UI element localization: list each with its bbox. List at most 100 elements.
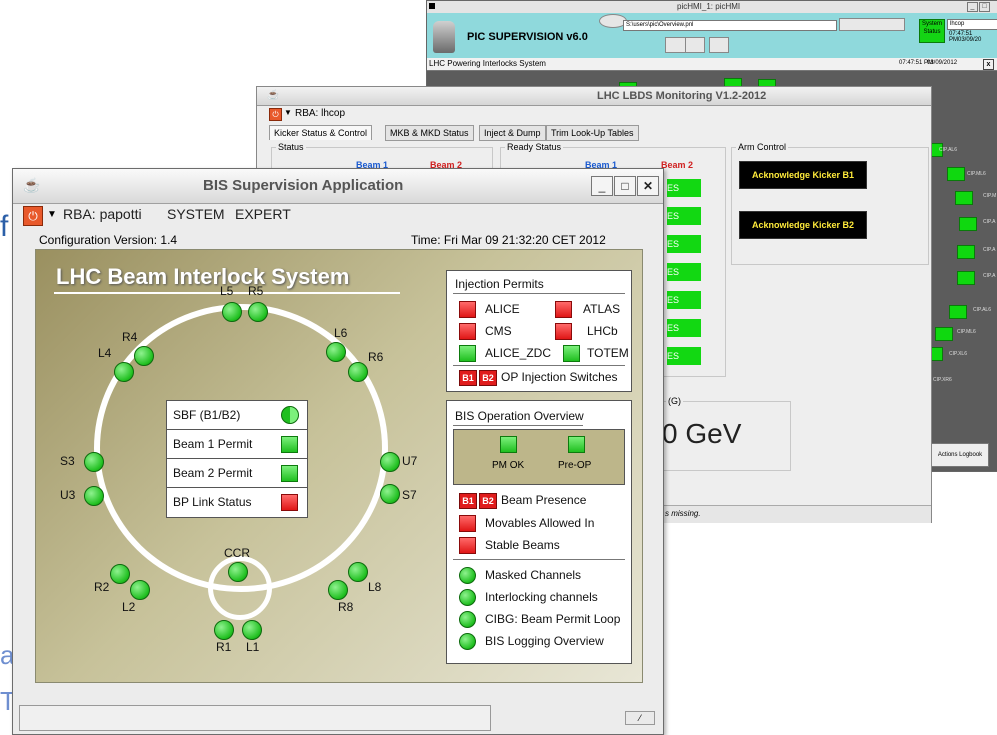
bis-logging-indicator[interactable] [459,633,476,650]
bis-logging-label[interactable]: BIS Logging Overview [485,634,604,648]
sbf-indicator-icon [281,406,299,424]
node-l8[interactable] [348,562,368,582]
permit-label-beam1: Beam 1 Permit [173,437,253,451]
lhcb-label: LHCb [587,324,618,338]
java-icon: ☕ [23,177,41,193]
node-s7[interactable] [380,484,400,504]
tab-trim-lookup[interactable]: Trim Look-Up Tables [546,125,639,141]
tab-kicker-status[interactable]: Kicker Status & Control [269,125,373,140]
label-l2: L2 [122,600,136,614]
node-r1[interactable] [214,620,234,640]
bis-supervision-window: ☕ BIS Supervision Application _ □ ✕ ⏻ ▼ … [12,168,664,735]
node-s3[interactable] [84,452,104,472]
node-l1[interactable] [242,620,262,640]
rba-dropdown-icon[interactable]: ▼ [47,209,57,220]
java-icon: ☕ [267,90,280,101]
menu-system[interactable]: SYSTEM [167,206,225,222]
pic-actions-logbook-button[interactable]: Actions Logbook [931,443,989,467]
node-u7[interactable] [380,452,400,472]
interlocking-channels-label[interactable]: Interlocking channels [485,590,598,604]
pic-green-button[interactable] [949,305,967,319]
node-r4[interactable] [134,346,154,366]
cibg-label[interactable]: CIBG: Beam Permit Loop [485,612,620,626]
lbds-titlebar: ☕ LHC LBDS Monitoring V1.2-2012 [257,87,931,106]
pic-sub-date: 03/09/2012 [927,60,958,66]
lbds-ready-indicator: ES [667,263,701,281]
acknowledge-kicker-b1-button[interactable]: Acknowledge Kicker B1 [739,161,867,189]
config-version: Configuration Version: 1.4 [39,233,178,247]
lbds-window-title: LHC LBDS Monitoring V1.2-2012 [597,90,767,102]
node-ccr[interactable] [228,562,248,582]
permit-row: Beam 1 Permit [167,430,307,459]
pic-tool-icons[interactable] [839,18,905,31]
lbds-power-icon[interactable]: ⏻ [269,108,282,121]
node-r8[interactable] [328,580,348,600]
lbds-rba-bar: ⏻ ▼ RBA: lhcop [257,105,931,123]
overview-title-underline [453,425,583,426]
pic-toolbar-icon-3[interactable] [709,37,729,53]
beam2-permit-indicator [281,465,298,482]
pre-op-label: Pre-OP [558,460,592,471]
pic-green-button[interactable] [935,327,953,341]
pic-label: CIP.A [983,219,996,225]
minimize-button[interactable]: _ [591,176,613,196]
pic-datetime: 07:47:51 PM03/09/20 [949,31,982,43]
node-l2[interactable] [130,580,150,600]
acknowledge-kicker-b2-button[interactable]: Acknowledge Kicker B2 [739,211,867,239]
overview-separator [453,559,625,560]
pic-path-input[interactable]: S:\users\pic\Overview.pnl [623,20,837,31]
node-l5[interactable] [222,302,242,322]
pic-green-button[interactable] [957,271,975,285]
pic-green-button[interactable] [957,245,975,259]
pic-sub-close-button[interactable]: x [983,59,994,70]
node-l4[interactable] [114,362,134,382]
injection-permits-title: Injection Permits [455,277,544,291]
rba-power-icon[interactable]: ⏻ [23,206,43,226]
masked-channels-indicator[interactable] [459,567,476,584]
interlocking-channels-indicator[interactable] [459,589,476,606]
bis-titlebar: ☕ BIS Supervision Application _ □ ✕ [13,169,663,204]
rba-label[interactable]: RBA: papotti [63,206,142,222]
lbds-rba-dropdown-icon[interactable]: ▼ [284,108,292,117]
label-ccr: CCR [224,546,250,560]
pic-green-button[interactable] [955,191,973,205]
node-l6[interactable] [326,342,346,362]
permit-table: SBF (B1/B2) Beam 1 Permit Beam 2 Permit … [166,400,308,518]
node-u3[interactable] [84,486,104,506]
label-u3: U3 [60,488,76,502]
stable-beams-indicator [459,537,476,554]
bis-menubar: ⏻ ▼ RBA: papotti SYSTEM EXPERT [13,203,663,229]
node-r5[interactable] [248,302,268,322]
lbds-energy-value: 0 GeV [662,418,742,449]
alice-zdc-label: ALICE_ZDC [485,346,552,360]
label-r5: R5 [248,284,264,298]
pic-maximize-button[interactable]: □ [979,2,990,12]
menu-expert[interactable]: EXPERT [235,206,291,222]
pic-app-title: PIC SUPERVISION v6.0 [467,31,588,43]
pic-green-button[interactable] [947,167,965,181]
tab-inject-dump[interactable]: Inject & Dump [479,125,546,141]
label-r2: R2 [94,580,110,594]
pic-label: CIP.A [983,247,996,253]
node-r6[interactable] [348,362,368,382]
permit-row: SBF (B1/B2) [167,401,307,430]
pic-subtitle: LHC Powering Interlocks System [429,59,546,68]
bis-status-resize-icon[interactable]: ⁄ [625,711,655,725]
b2-beam-presence-badge: B2 [479,493,497,509]
pic-user-field[interactable]: lhcop [947,19,997,30]
cibg-indicator[interactable] [459,611,476,628]
pic-system-status[interactable]: System Status [919,19,945,43]
pic-toolbar-icon-2[interactable] [685,37,705,53]
pre-op-indicator [568,436,585,453]
current-time: Time: Fri Mar 09 21:32:20 CET 2012 [411,233,606,247]
close-button[interactable]: ✕ [637,176,659,196]
pic-minimize-button[interactable]: _ [967,2,978,12]
pic-green-button[interactable] [959,217,977,231]
lbds-energy-caption: (G) [666,396,683,406]
totem-label: TOTEM [587,346,629,360]
tab-mkb-mkd-status[interactable]: MKB & MKD Status [385,125,474,141]
maximize-button[interactable]: □ [614,176,636,196]
masked-channels-label[interactable]: Masked Channels [485,568,581,582]
node-r2[interactable] [110,564,130,584]
atlas-label: ATLAS [583,302,621,316]
